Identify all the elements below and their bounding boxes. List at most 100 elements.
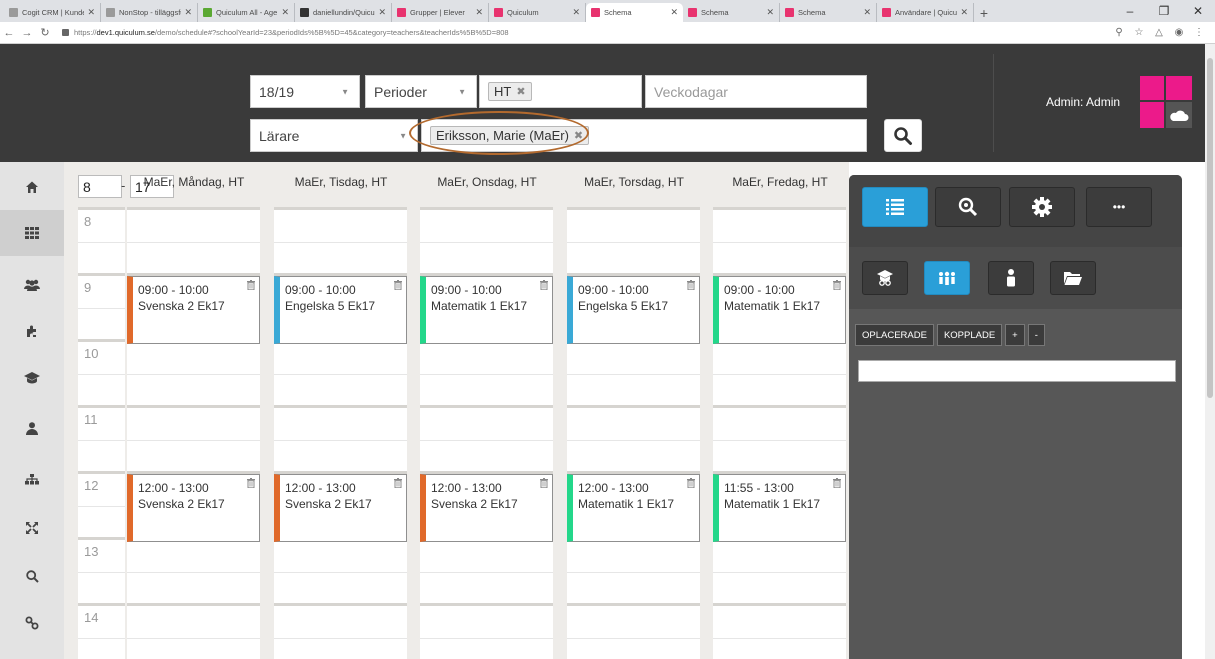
new-tab-button[interactable]: + xyxy=(974,3,994,22)
sidebar-item-education[interactable] xyxy=(0,355,64,401)
time-slot[interactable] xyxy=(567,207,700,273)
remove-button[interactable]: - xyxy=(1027,324,1045,346)
period-chip[interactable]: HT ✖ xyxy=(488,82,532,101)
reload-button[interactable]: ↻ xyxy=(36,26,54,39)
time-slot[interactable] xyxy=(127,537,260,603)
time-slot[interactable] xyxy=(127,339,260,405)
panel-filter-input[interactable] xyxy=(858,360,1176,382)
bookmark-star-icon[interactable]: ☆ xyxy=(1129,27,1149,38)
time-slot[interactable] xyxy=(713,339,846,405)
lesson-event[interactable]: 12:00 - 13:00 Svenska 2 Ek17 xyxy=(420,474,553,542)
close-tab-icon[interactable]: ✕ xyxy=(184,7,192,18)
browser-tab[interactable]: Cogit CRM | Kunder ✕ xyxy=(4,3,101,22)
scrollbar-thumb[interactable] xyxy=(1207,58,1213,398)
lesson-event[interactable]: 12:00 - 13:00 Matematik 1 Ek17 xyxy=(567,474,700,542)
more-options-button[interactable]: ••• xyxy=(1086,187,1152,227)
browser-menu-icon[interactable]: ⋮ xyxy=(1189,27,1209,38)
browser-tab[interactable]: Schema ✕ xyxy=(780,3,877,22)
time-slot[interactable] xyxy=(420,405,553,471)
time-slot[interactable] xyxy=(274,537,407,603)
lesson-event[interactable]: 09:00 - 10:00 Engelska 5 Ek17 xyxy=(274,276,407,344)
zoom-search-button[interactable] xyxy=(935,187,1001,227)
close-tab-icon[interactable]: ✕ xyxy=(87,7,95,18)
browser-tab[interactable]: Quiculum All - Age ✕ xyxy=(198,3,295,22)
sidebar-item-schedule[interactable] xyxy=(0,210,64,256)
linked-button[interactable]: KOPPLADE xyxy=(936,324,1003,346)
close-tab-icon[interactable]: ✕ xyxy=(766,7,774,18)
browser-tab[interactable]: Grupper | Elever ✕ xyxy=(392,3,489,22)
lesson-event[interactable]: 09:00 - 10:00 Svenska 2 Ek17 xyxy=(127,276,260,344)
sidebar-item-organization[interactable] xyxy=(0,457,64,503)
profile-icon[interactable]: ◉ xyxy=(1169,27,1189,38)
back-button[interactable]: ← xyxy=(0,27,18,39)
browser-tab[interactable]: NonStop - tilläggsfu ✕ xyxy=(101,3,198,22)
lesson-event[interactable]: 09:00 - 10:00 Engelska 5 Ek17 xyxy=(567,276,700,344)
add-button[interactable]: + xyxy=(1005,324,1025,346)
time-slot[interactable] xyxy=(127,207,260,273)
browser-tab[interactable]: daniellundin/Quicu ✕ xyxy=(295,3,392,22)
sidebar-item-search[interactable] xyxy=(0,553,64,599)
close-tab-icon[interactable]: ✕ xyxy=(863,7,871,18)
period-multiselect[interactable]: HT ✖ xyxy=(479,75,642,108)
close-tab-icon[interactable]: ✕ xyxy=(670,7,678,18)
time-slot[interactable] xyxy=(274,207,407,273)
lesson-event[interactable]: 12:00 - 13:00 Svenska 2 Ek17 xyxy=(127,474,260,542)
unplaced-button[interactable]: OPLACERADE xyxy=(855,324,934,346)
category-select[interactable]: Lärare ▼ xyxy=(250,119,418,152)
sidebar-item-groups[interactable] xyxy=(0,262,64,308)
lesson-event[interactable]: 09:00 - 10:00 Matematik 1 Ek17 xyxy=(420,276,553,344)
time-slot[interactable] xyxy=(274,339,407,405)
trash-icon[interactable] xyxy=(394,280,402,290)
trash-icon[interactable] xyxy=(540,280,548,290)
close-tab-icon[interactable]: ✕ xyxy=(378,7,386,18)
time-slot[interactable] xyxy=(420,603,553,659)
sidebar-item-curriculum[interactable] xyxy=(0,308,64,354)
trash-icon[interactable] xyxy=(247,280,255,290)
time-slot[interactable] xyxy=(420,339,553,405)
sidebar-item-user[interactable] xyxy=(0,405,64,451)
trash-icon[interactable] xyxy=(540,478,548,488)
time-slot[interactable] xyxy=(567,537,700,603)
settings-button[interactable] xyxy=(1009,187,1075,227)
sidebar-item-links[interactable] xyxy=(0,600,64,646)
trash-icon[interactable] xyxy=(833,280,841,290)
time-slot[interactable] xyxy=(420,537,553,603)
start-hour-input[interactable]: 8 xyxy=(78,175,122,198)
filter-students-button[interactable] xyxy=(862,261,908,295)
extension-icon[interactable]: △ xyxy=(1149,27,1169,38)
quiculum-logo[interactable] xyxy=(1140,76,1192,128)
zoom-icon[interactable]: ⚲ xyxy=(1109,27,1129,38)
close-tab-icon[interactable]: ✕ xyxy=(475,7,483,18)
time-slot[interactable] xyxy=(274,603,407,659)
admin-user-label[interactable]: Admin: Admin xyxy=(1046,95,1120,109)
periods-select[interactable]: Perioder ▼ xyxy=(365,75,477,108)
time-slot[interactable] xyxy=(567,405,700,471)
time-slot[interactable] xyxy=(713,405,846,471)
time-slot[interactable] xyxy=(127,603,260,659)
lesson-event[interactable]: 09:00 - 10:00 Matematik 1 Ek17 xyxy=(713,276,846,344)
school-year-select[interactable]: 18/19 ▼ xyxy=(250,75,360,108)
browser-tab[interactable]: Schema ✕ xyxy=(586,3,683,22)
trash-icon[interactable] xyxy=(687,280,695,290)
weekdays-input[interactable]: Veckodagar xyxy=(645,75,867,108)
close-tab-icon[interactable]: ✕ xyxy=(960,7,968,18)
browser-tab[interactable]: Användare | Quicul ✕ xyxy=(877,3,974,22)
minimize-button[interactable]: – xyxy=(1113,0,1147,22)
maximize-button[interactable]: ❐ xyxy=(1147,0,1181,22)
close-tab-icon[interactable]: ✕ xyxy=(572,7,580,18)
lesson-event[interactable]: 11:55 - 13:00 Matematik 1 Ek17 xyxy=(713,474,846,542)
time-slot[interactable] xyxy=(127,405,260,471)
close-window-button[interactable]: ✕ xyxy=(1181,0,1215,22)
lesson-event[interactable]: 12:00 - 13:00 Svenska 2 Ek17 xyxy=(274,474,407,542)
list-view-button[interactable] xyxy=(862,187,928,227)
close-tab-icon[interactable]: ✕ xyxy=(281,7,289,18)
time-slot[interactable] xyxy=(274,405,407,471)
filter-folder-button[interactable] xyxy=(1050,261,1096,295)
time-slot[interactable] xyxy=(713,603,846,659)
time-slot[interactable] xyxy=(567,603,700,659)
filter-teacher-button[interactable] xyxy=(988,261,1034,295)
trash-icon[interactable] xyxy=(687,478,695,488)
browser-tab[interactable]: Schema ✕ xyxy=(683,3,780,22)
remove-chip-icon[interactable]: ✖ xyxy=(516,85,525,98)
search-button[interactable] xyxy=(884,119,922,152)
